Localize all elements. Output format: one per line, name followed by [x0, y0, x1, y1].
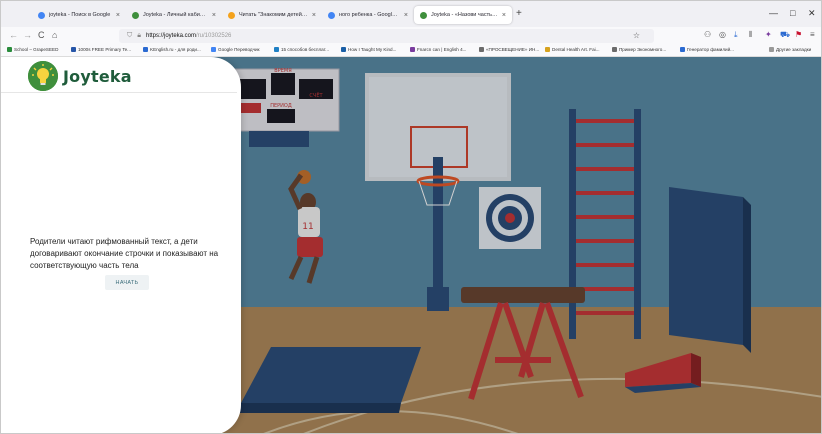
logo-text: Joyteka	[63, 66, 132, 86]
tab-title: ного ребенка - Google Поиск	[339, 12, 400, 18]
bookmark-label: Пример Экономного...	[619, 47, 667, 52]
bookmark-item[interactable]: «ПРОСВЕЩЕНИЕ» ИН...	[479, 47, 539, 52]
bookmark-item[interactable]: KEnglish.ru - для роди...	[143, 47, 201, 52]
browser-tab[interactable]: ного ребенка - Google Поиск ×	[322, 6, 414, 24]
bookmark-favicon-icon	[71, 47, 76, 52]
joyteka-logo[interactable]: Joyteka	[28, 61, 132, 91]
pocket-icon[interactable]: ◎	[719, 30, 726, 39]
bookmark-label: KEnglish.ru - для роди...	[150, 47, 201, 52]
bookmark-item[interactable]: Dental Health Art. Fai...	[545, 47, 600, 52]
bookmark-favicon-icon	[680, 47, 685, 52]
extension-icon[interactable]: ✦	[765, 30, 772, 39]
bookmark-label: 1000s FREE Primary Te...	[78, 47, 132, 52]
bookmark-item[interactable]: Google Переводчик	[211, 47, 260, 52]
tab-close-icon[interactable]: ×	[404, 12, 408, 19]
home-icon[interactable]: ⌂	[52, 30, 57, 40]
browser-tab[interactable]: joyteka - Поиск в Google ×	[32, 6, 126, 24]
extension-flag-icon[interactable]: ⚑	[795, 30, 802, 39]
translate-extension-icon[interactable]: ⛟	[780, 30, 790, 40]
bookmark-item[interactable]: How I Taught My Kind...	[341, 47, 396, 52]
bookmark-label: 15 способов бесплат...	[281, 47, 330, 52]
bookmark-item[interactable]: 15 способов бесплат...	[274, 47, 329, 52]
bookmark-label: School – GrapeSEED	[14, 47, 59, 52]
forward-arrow-icon[interactable]: →	[23, 30, 32, 40]
tab-favicon-icon	[132, 11, 139, 19]
browser-tab[interactable]: Joyteka - «Назови часть тела» ×	[414, 6, 512, 24]
bookmark-item[interactable]: School – GrapeSEED	[7, 47, 58, 52]
tab-close-icon[interactable]: ×	[312, 12, 316, 19]
download-icon[interactable]: ⤓	[734, 30, 738, 40]
minimize-button[interactable]: —	[769, 8, 778, 18]
bookmark-favicon-icon	[769, 47, 774, 52]
maximize-button[interactable]: □	[790, 8, 795, 18]
url-host: https://joyteka.com	[145, 33, 197, 39]
back-arrow-icon[interactable]: ←	[9, 30, 18, 40]
bookmark-favicon-icon	[211, 47, 216, 52]
lock-icon[interactable]: 🔒︎	[137, 32, 141, 40]
header-divider	[1, 92, 237, 93]
bookmarks-bar: School – GrapeSEED 1000s FREE Primary Te.…	[1, 45, 821, 57]
bookmark-favicon-icon	[274, 47, 279, 52]
bookmark-item[interactable]: Генератор фамилий...	[680, 47, 734, 52]
tab-title: Читать "Знакомим детей с частями...	[239, 12, 308, 18]
bookmark-favicon-icon	[143, 47, 148, 52]
bookmark-favicon-icon	[545, 47, 550, 52]
browser-tab[interactable]: Читать "Знакомим детей с частями... ×	[222, 6, 322, 24]
tab-title: joyteka - Поиск в Google	[49, 12, 111, 18]
bookmark-label: Другие закладки	[776, 47, 812, 52]
shield-icon[interactable]: ⛉	[127, 32, 132, 40]
tab-close-icon[interactable]: ×	[212, 12, 216, 19]
library-icon[interactable]: ⫴	[749, 30, 752, 40]
url-path: /ru/10302526	[196, 33, 232, 39]
menu-icon[interactable]: ≡	[810, 30, 815, 39]
tab-title: Joyteka - «Назови часть тела»	[431, 12, 498, 18]
bookmark-label: «ПРОСВЕЩЕНИЕ» ИН...	[486, 47, 540, 52]
page-content: ВРЕМЯ СЧЁТ ПЕРИОД 11 Joyteka Родители чи…	[1, 57, 821, 433]
activity-panel: Joyteka Родители читают рифмованный текс…	[1, 57, 241, 433]
bookmark-label: Dental Health Art. Fai...	[552, 47, 600, 52]
tab-close-icon[interactable]: ×	[502, 12, 506, 19]
account-icon[interactable]: ⚇	[704, 30, 711, 39]
activity-description: Родители читают рифмованный текст, а дет…	[30, 237, 219, 270]
tab-favicon-icon	[420, 11, 427, 19]
close-window-button[interactable]: ✕	[808, 8, 816, 19]
bookmark-label: Генератор фамилий...	[687, 47, 734, 52]
tab-title: Joyteka - Личный кабинет	[143, 12, 208, 18]
bookmark-label: Google Переводчик	[218, 47, 260, 52]
reload-icon[interactable]: C	[38, 30, 45, 40]
tab-favicon-icon	[38, 11, 45, 19]
tab-bar: + — □ ✕ joyteka - Поиск в Google × Joyteka…	[1, 1, 821, 27]
navigation-bar: ← → C ⌂ ⛉ 🔒︎ https://joyteka.com/ru/1030…	[1, 27, 821, 45]
bookmark-item[interactable]: Пример Экономного...	[612, 47, 666, 52]
address-bar[interactable]: ⛉ 🔒︎ https://joyteka.com/ru/10302526 ☆	[119, 29, 654, 43]
bookmark-favicon-icon	[410, 47, 415, 52]
bookmark-favicon-icon	[7, 47, 12, 52]
bookmark-item[interactable]: Другие закладки	[769, 47, 811, 52]
tab-favicon-icon	[228, 11, 235, 19]
bookmark-star-icon[interactable]: ☆	[633, 31, 640, 40]
bookmark-favicon-icon	[341, 47, 346, 52]
tab-close-icon[interactable]: ×	[116, 12, 120, 19]
tab-favicon-icon	[328, 11, 335, 19]
bookmark-favicon-icon	[479, 47, 484, 52]
new-tab-button[interactable]: +	[516, 8, 522, 19]
browser-tab[interactable]: Joyteka - Личный кабинет ×	[126, 6, 222, 24]
lightbulb-logo-icon	[28, 61, 58, 91]
bookmark-favicon-icon	[612, 47, 617, 52]
bookmark-label: Fnarcn can | English 4...	[417, 47, 467, 52]
bookmark-label: How I Taught My Kind...	[348, 47, 397, 52]
bookmark-item[interactable]: Fnarcn can | English 4...	[410, 47, 466, 52]
start-button[interactable]: НАЧАТЬ	[105, 275, 149, 290]
bookmark-item[interactable]: 1000s FREE Primary Te...	[71, 47, 131, 52]
browser-window: + — □ ✕ joyteka - Поиск в Google × Joyteka…	[0, 0, 822, 434]
